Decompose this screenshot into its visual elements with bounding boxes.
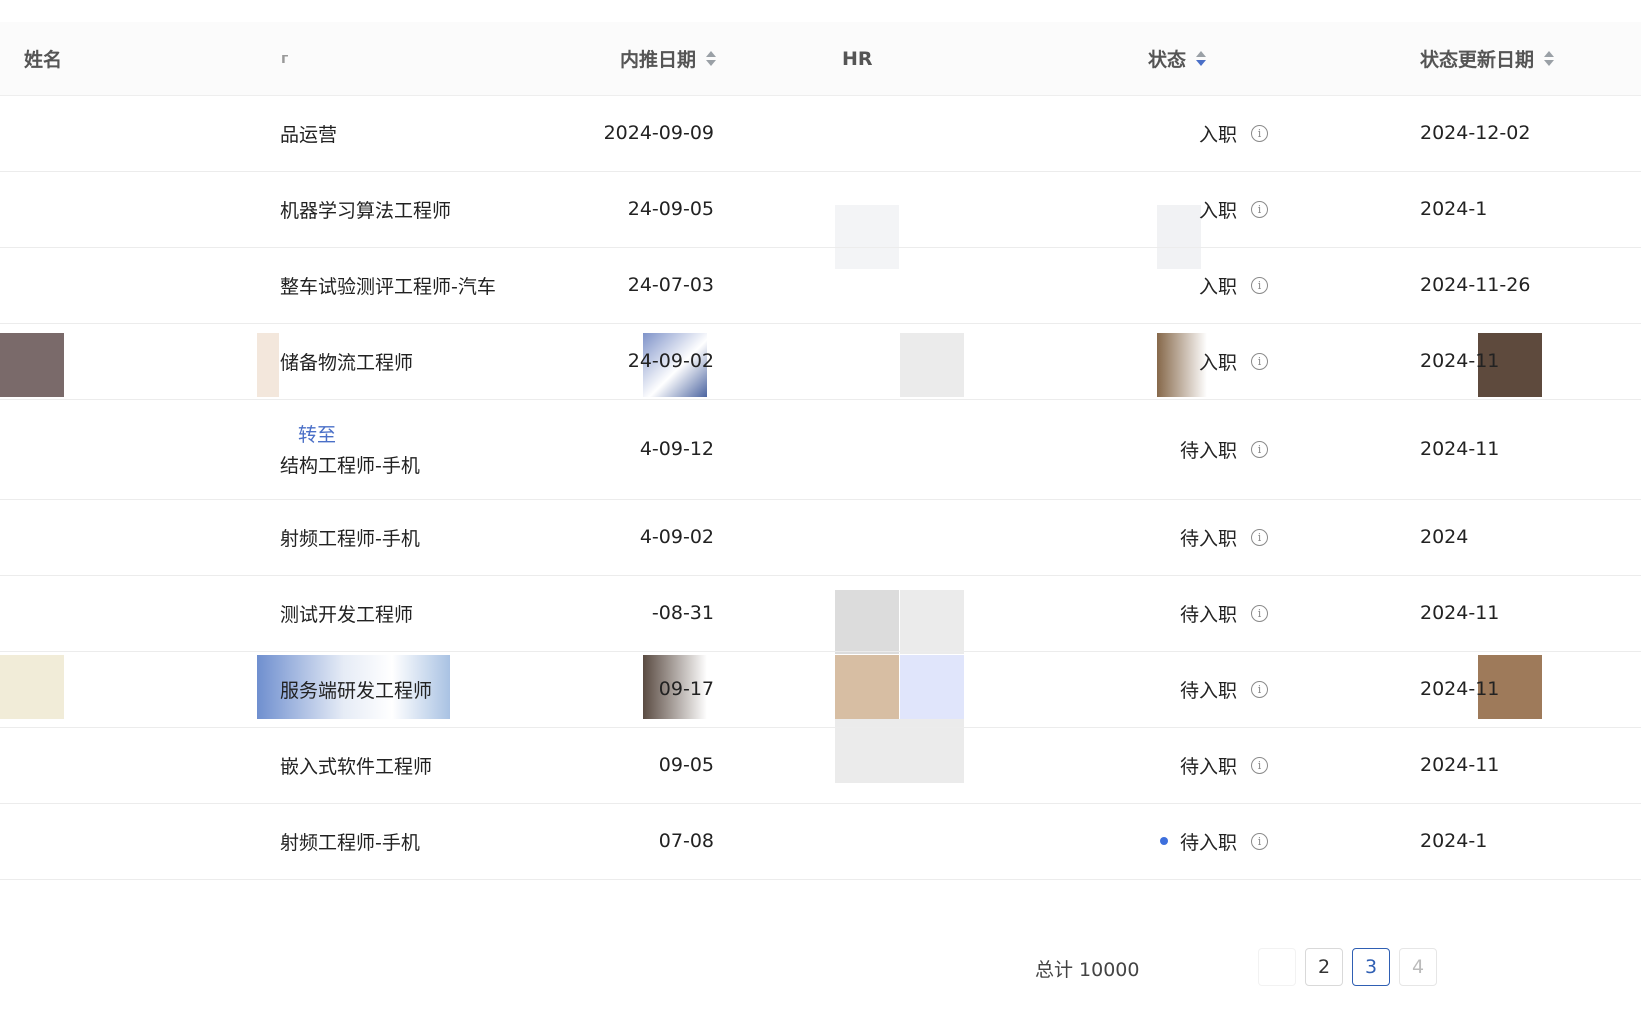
position-label: 整车试验测评工程师-汽车 (280, 275, 496, 298)
position-label: 测试开发工程师 (280, 603, 414, 626)
status-dot-icon (1159, 837, 1168, 845)
cell-position: 机器学习算法工程师 (280, 171, 451, 247)
position-label: 射频工程师-手机 (280, 527, 420, 550)
table-header: 姓名 г 内推日期 HR 状态 状态更新日期 (0, 22, 1641, 96)
header-position: г (281, 50, 289, 67)
header-referral-date[interactable]: 内推日期 (620, 22, 717, 95)
table-row[interactable]: 机器学习算法工程师 24-09-05 入职 i 2024-1 (0, 171, 1641, 247)
info-icon[interactable]: i (1251, 756, 1268, 774)
cell-status: 待入职 i (1148, 803, 1268, 879)
cell-referral-date: 4-09-02 (639, 526, 714, 548)
cell-referral-date: -08-31 (651, 602, 714, 624)
cell-referral-date: 2024-09-09 (603, 122, 714, 144)
pagination-prev-button[interactable] (1258, 948, 1296, 986)
info-icon[interactable]: i (1251, 276, 1268, 294)
pagination-page-3[interactable]: 3 (1352, 948, 1390, 986)
cell-status-date: 2024-1 (1420, 198, 1488, 220)
cell-status: 入职 i (1148, 247, 1268, 323)
cell-position: 品运营 (280, 95, 337, 171)
cell-status-date: 2024-11 (1420, 754, 1500, 776)
cell-position: 嵌入式软件工程师 (280, 727, 432, 803)
status-label: 待入职 (1179, 831, 1237, 854)
cell-referral-date: 24-09-02 (627, 350, 714, 372)
header-status[interactable]: 状态 (1148, 22, 1207, 95)
cell-status: 待入职 i (1148, 399, 1268, 499)
info-icon[interactable]: i (1251, 680, 1268, 698)
table-row[interactable]: 嵌入式软件工程师 09-05 待入职 i 2024-11 (0, 727, 1641, 803)
cell-status-date: 2024-11 (1420, 678, 1500, 700)
cell-referral-date: 24-09-05 (627, 198, 714, 220)
position-label: 服务端研发工程师 (280, 679, 433, 702)
cell-position: 射频工程师-手机 (280, 803, 420, 879)
table-row[interactable]: 转至结构工程师-手机 4-09-12 待入职 i 2024-11 (0, 399, 1641, 499)
status-label: 待入职 (1179, 439, 1237, 462)
cell-position: 储备物流工程师 (280, 323, 413, 399)
cell-position: 整车试验测评工程师-汽车 (280, 247, 496, 323)
status-label: 入职 (1198, 123, 1237, 146)
status-label: 待入职 (1179, 755, 1237, 778)
cell-status-date: 2024-12-02 (1420, 122, 1531, 144)
table-row[interactable]: 储备物流工程师 24-09-02 入职 i 2024-11 (0, 323, 1641, 399)
position-label: 机器学习算法工程师 (280, 199, 452, 222)
status-label: 待入职 (1179, 679, 1237, 702)
cell-status-date: 2024-11-26 (1420, 274, 1531, 296)
status-label: 待入职 (1179, 527, 1237, 550)
cell-status-date: 2024-11 (1420, 438, 1500, 460)
sort-icon[interactable] (1196, 51, 1207, 66)
pagination-total: 总计 10000 (1035, 959, 1140, 981)
table-row[interactable]: 测试开发工程师 -08-31 待入职 i 2024-11 (0, 575, 1641, 651)
cell-status: 待入职 i (1148, 499, 1268, 575)
info-icon[interactable]: i (1251, 528, 1268, 546)
cell-position: 测试开发工程师 (280, 575, 413, 651)
cell-status-date: 2024-1 (1420, 830, 1488, 852)
position-label: 射频工程师-手机 (280, 831, 420, 854)
cell-status: 入职 i (1148, 323, 1268, 399)
table-row[interactable]: 服务端研发工程师 09-17 待入职 i 2024-11 (0, 651, 1641, 727)
position-label: 储备物流工程师 (280, 351, 414, 374)
table-row[interactable]: 射频工程师-手机 4-09-02 待入职 i 2024 (0, 499, 1641, 575)
header-name: 姓名 (24, 49, 63, 71)
info-icon[interactable]: i (1251, 832, 1268, 850)
cell-status: 待入职 i (1148, 727, 1268, 803)
info-icon[interactable]: i (1251, 352, 1268, 370)
table-row[interactable]: 整车试验测评工程师-汽车 24-07-03 入职 i 2024-11-26 (0, 247, 1641, 323)
sort-icon[interactable] (706, 51, 717, 66)
pagination-page-4[interactable]: 4 (1399, 948, 1437, 986)
status-label: 入职 (1198, 199, 1237, 222)
cell-status: 待入职 i (1148, 575, 1268, 651)
pagination-page-2[interactable]: 2 (1305, 948, 1343, 986)
cell-referral-date: 09-17 (658, 678, 714, 700)
cell-referral-date: 09-05 (658, 754, 714, 776)
header-hr: HR (842, 47, 873, 70)
cell-referral-date: 24-07-03 (627, 274, 714, 296)
status-label: 入职 (1198, 351, 1237, 374)
cell-status-date: 2024-11 (1420, 602, 1500, 624)
cell-position: 转至结构工程师-手机 (280, 399, 420, 499)
header-status-update-date[interactable]: 状态更新日期 (1420, 22, 1555, 95)
cell-status: 入职 i (1148, 171, 1268, 247)
cell-position: 服务端研发工程师 (280, 651, 432, 727)
table-row[interactable]: 射频工程师-手机 07-08 待入职 i 2024-1 (0, 803, 1641, 879)
info-icon[interactable]: i (1251, 200, 1268, 218)
info-icon[interactable]: i (1251, 440, 1268, 458)
table-row[interactable]: 品运营 2024-09-09 入职 i 2024-12-02 (0, 95, 1641, 171)
info-icon[interactable]: i (1251, 604, 1268, 622)
cell-status-date: 2024-11 (1420, 350, 1500, 372)
position-transfer-note[interactable]: 转至 (298, 420, 336, 447)
cell-referral-date: 07-08 (658, 830, 714, 852)
cell-referral-date: 4-09-12 (639, 438, 714, 460)
cell-position: 射频工程师-手机 (280, 499, 420, 575)
sort-icon[interactable] (1544, 51, 1555, 66)
cell-status-date: 2024 (1420, 526, 1469, 548)
status-label: 待入职 (1179, 603, 1237, 626)
cell-status: 入职 i (1148, 95, 1268, 171)
status-label: 入职 (1198, 275, 1237, 298)
position-label: 品运营 (280, 123, 338, 146)
cell-status: 待入职 i (1148, 651, 1268, 727)
position-label: 嵌入式软件工程师 (280, 755, 433, 778)
info-icon[interactable]: i (1251, 124, 1268, 142)
row-divider (0, 879, 1641, 880)
position-label: 结构工程师-手机 (280, 455, 420, 477)
